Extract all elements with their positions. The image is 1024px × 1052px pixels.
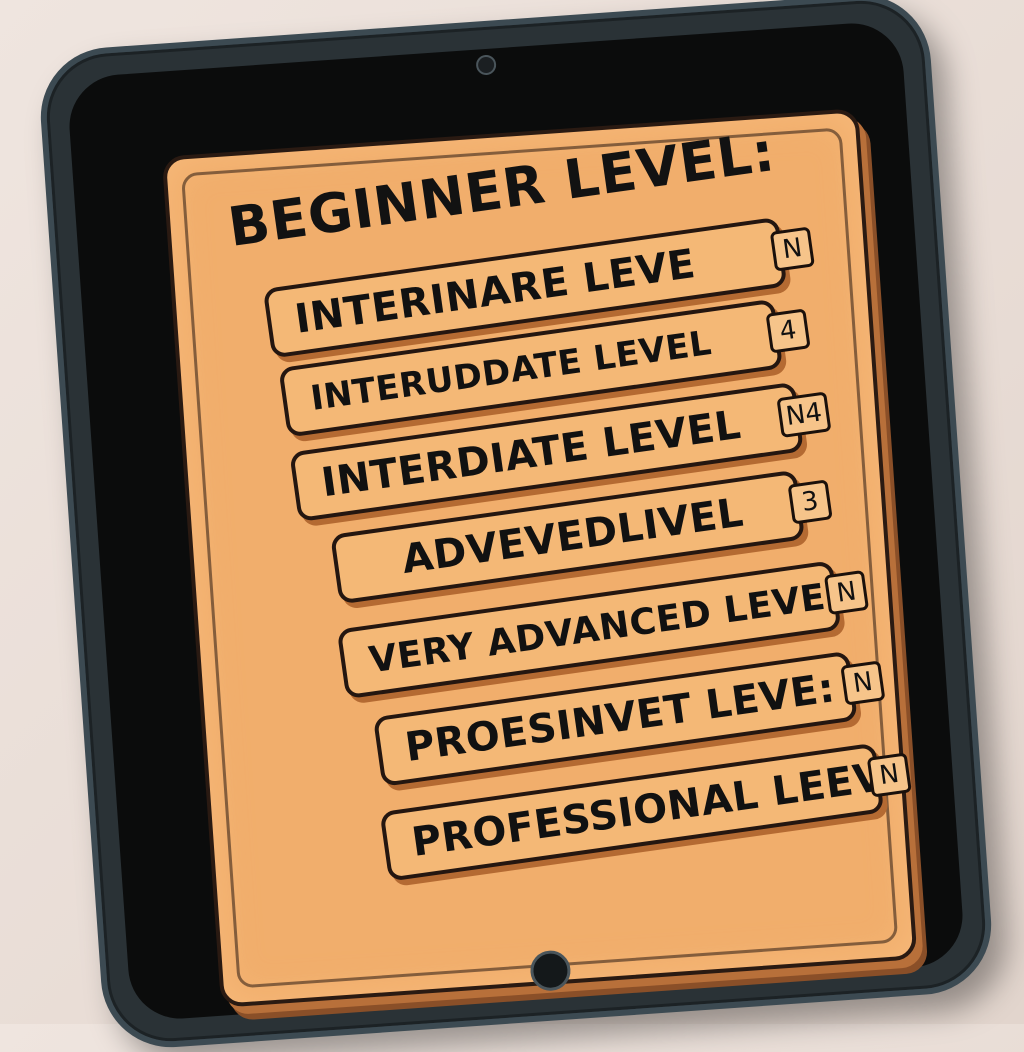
level-badge: N (866, 752, 912, 798)
level-badge: 3 (787, 479, 833, 525)
scene: BEGINNER LEVEL: INTERINARE LEVE N INTERU… (0, 0, 1024, 1052)
level-badge: N4 (776, 391, 832, 439)
level-badge: N (840, 660, 886, 706)
level-badge: N (823, 569, 870, 616)
level-list: INTERINARE LEVE N INTERUDDATE LEVEL 4 IN… (166, 112, 913, 1003)
tablet-screen: BEGINNER LEVEL: INTERINARE LEVE N INTERU… (66, 19, 966, 1023)
level-card: BEGINNER LEVEL: INTERINARE LEVE N INTERU… (161, 108, 918, 1008)
level-badge: 4 (765, 308, 811, 354)
tablet-device: BEGINNER LEVEL: INTERINARE LEVE N INTERU… (36, 0, 996, 1052)
level-badge: N (769, 226, 815, 272)
camera-icon (475, 54, 497, 76)
